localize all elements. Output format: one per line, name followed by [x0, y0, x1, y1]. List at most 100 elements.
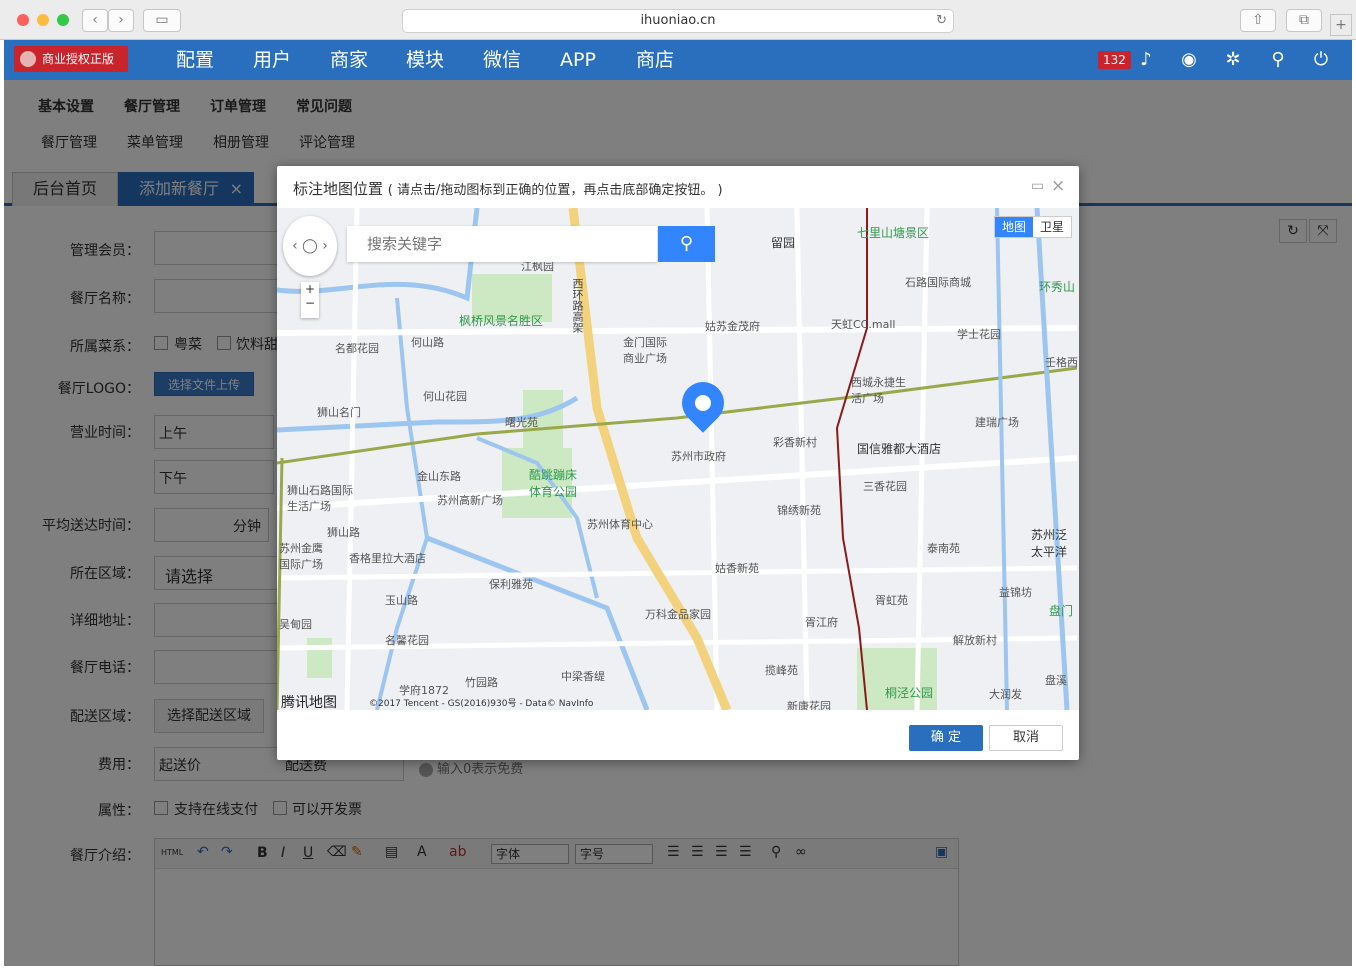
map-label: 国信雅都大酒店 — [857, 442, 942, 456]
map-label: 竹园路 — [465, 676, 498, 689]
power-icon[interactable]: ⏻ — [1309, 48, 1333, 72]
map-label: 三香花园 — [863, 480, 907, 493]
map-label: 姑苏金茂府 — [705, 320, 760, 333]
nav-wechat[interactable]: 微信 — [483, 40, 521, 80]
map-label: 苏州高新广场 — [437, 494, 503, 507]
pan-control[interactable]: ‹ ◯ › — [283, 216, 337, 276]
reload-icon[interactable]: ↻ — [936, 10, 947, 32]
map-label: 盘溪 — [1045, 674, 1067, 687]
map-label: 苏州金鹰国际广场 — [279, 542, 323, 571]
map-label: 壬格西 — [1045, 356, 1078, 369]
map-label: 锦绣新苑 — [777, 504, 821, 517]
map-label: 泰南苑 — [927, 542, 960, 555]
gear-icon[interactable]: ✲ — [1221, 48, 1245, 72]
map-label: 狮山名门 — [317, 406, 361, 419]
map-label: 何山路 — [411, 336, 444, 349]
map-label: 狮山石路国际生活广场 — [287, 484, 353, 513]
map-search-box — [347, 226, 657, 262]
marker-label: 苏州市政府 — [671, 450, 726, 463]
map-label: 姑香新苑 — [715, 562, 759, 575]
map-label: 七里山塘景区 — [857, 226, 930, 240]
nav-config[interactable]: 配置 — [176, 40, 214, 80]
url-text: ihuoniao.cn — [640, 13, 716, 28]
map-label: 狮山路 — [327, 526, 360, 539]
map-label: 留园 — [771, 236, 796, 250]
license-text: 商业授权正版 — [42, 52, 115, 66]
eye-icon[interactable]: ◉ — [1177, 48, 1201, 72]
nav-app[interactable]: APP — [560, 40, 596, 80]
map-label: 香格里拉大酒店 — [349, 552, 426, 565]
map-label: 保利雅苑 — [489, 578, 533, 591]
map-label: 苏州泛太平洋 — [1031, 528, 1068, 559]
map-canvas[interactable]: 江枫园 留园 七里山塘景区 石路国际商城 环秀山 枫桥风景名胜区 西环路高架 金… — [277, 208, 1079, 710]
notification-count: 132 — [1098, 51, 1131, 69]
map-label: 金山东路 — [417, 470, 461, 483]
map-label: 大润发 — [989, 688, 1022, 701]
maximize-window-button[interactable] — [57, 14, 69, 26]
map-label: 何山花园 — [423, 390, 467, 403]
back-icon[interactable]: ‹ — [82, 9, 108, 32]
tencent-map-logo: 腾讯地图 — [281, 695, 337, 710]
map-label: 建瑞广场 — [975, 416, 1019, 429]
cancel-button[interactable]: 取消 — [989, 725, 1063, 751]
zoom-out-icon[interactable]: − — [301, 296, 319, 310]
map-label: 天虹CC.mall — [831, 318, 896, 331]
map-label: 中梁香缇 — [561, 670, 605, 683]
nav-merchants[interactable]: 商家 — [330, 40, 368, 80]
map-label: 西城永捷生活广场 — [851, 376, 906, 405]
share-icon[interactable]: ⇧ — [1240, 9, 1276, 32]
maximize-icon[interactable]: ▭ — [1031, 178, 1044, 194]
map-label: 环秀山 — [1039, 280, 1076, 294]
bell-icon[interactable]: ♪ — [1134, 48, 1158, 72]
forward-icon[interactable]: › — [108, 9, 134, 32]
browser-toolbar: ‹ › ▭ ihuoniao.cn ↻ ⇧ ⧉ + — [0, 0, 1356, 40]
sidebar-icon[interactable]: ▭ — [143, 9, 181, 32]
map-label: 西环路高架 — [571, 278, 584, 333]
marker-center — [691, 391, 715, 415]
map-label: 金门国际商业广场 — [623, 336, 667, 365]
map-label: 解放新村 — [953, 634, 997, 647]
map-label: 学士花园 — [957, 328, 1001, 341]
map-label: 玉山路 — [385, 594, 418, 607]
map-label: 曙光苑 — [505, 416, 538, 429]
license-badge: 商业授权正版 — [14, 46, 128, 72]
modal-title-text: 标注地图位置 — [293, 180, 384, 198]
search-icon[interactable]: ⚲ — [1266, 48, 1290, 72]
map-search-button[interactable]: ⚲ — [658, 226, 715, 262]
nav-modules[interactable]: 模块 — [406, 40, 444, 80]
map-label: 益锦坊 — [999, 586, 1032, 599]
map-label: 吴甸园 — [279, 618, 312, 631]
zoom-in-icon[interactable]: + — [301, 282, 319, 296]
zoom-control[interactable]: + − — [301, 282, 319, 318]
map-label: 万科金品家园 — [645, 608, 711, 621]
map-label: 胥江府 — [805, 616, 838, 629]
map-label: 苏州体育中心 — [587, 518, 653, 531]
nav-store[interactable]: 商店 — [636, 40, 674, 80]
map-label: 石路国际商城 — [905, 276, 971, 289]
top-nav: 商业授权正版 配置 用户 商家 模块 微信 APP 商店 132 ♪ ◉ ✲ ⚲… — [4, 40, 1352, 80]
close-icon[interactable]: × — [1051, 176, 1065, 196]
map-label: 彩香新村 — [773, 436, 817, 449]
nav-users[interactable]: 用户 — [253, 40, 291, 80]
map-label: 新康花园 — [787, 700, 831, 710]
map-type-toggle: 地图 卫星 — [994, 216, 1072, 238]
map-type-map[interactable]: 地图 — [995, 217, 1033, 237]
map-label: 胥虹苑 — [875, 594, 908, 607]
map-label: 枫桥风景名胜区 — [459, 314, 544, 328]
map-label: 酷跳蹦床体育公园 — [529, 468, 578, 499]
award-icon — [20, 51, 36, 67]
map-search-input[interactable] — [347, 226, 657, 262]
close-window-button[interactable] — [17, 14, 29, 26]
modal-hint: ( 请点击/拖动图标到正确的位置，再点击底部确定按钮。 ) — [387, 183, 723, 198]
address-bar[interactable]: ihuoniao.cn ↻ — [402, 9, 954, 33]
map-label: 揽峰苑 — [765, 664, 798, 677]
modal-title: 标注地图位置 ( 请点击/拖动图标到正确的位置，再点击底部确定按钮。 ) — [293, 178, 723, 199]
map-type-satellite[interactable]: 卫星 — [1033, 217, 1071, 237]
minimize-window-button[interactable] — [37, 14, 49, 26]
map-label: 盘门 — [1049, 604, 1074, 618]
confirm-button[interactable]: 确 定 — [909, 725, 983, 751]
map-label: 桐泾公园 — [885, 686, 934, 700]
new-tab-icon[interactable]: + — [1330, 14, 1352, 36]
tabs-icon[interactable]: ⧉ — [1286, 9, 1322, 32]
map-copyright: ©2017 Tencent - GS(2016)930号 - Data© Nav… — [369, 699, 594, 709]
